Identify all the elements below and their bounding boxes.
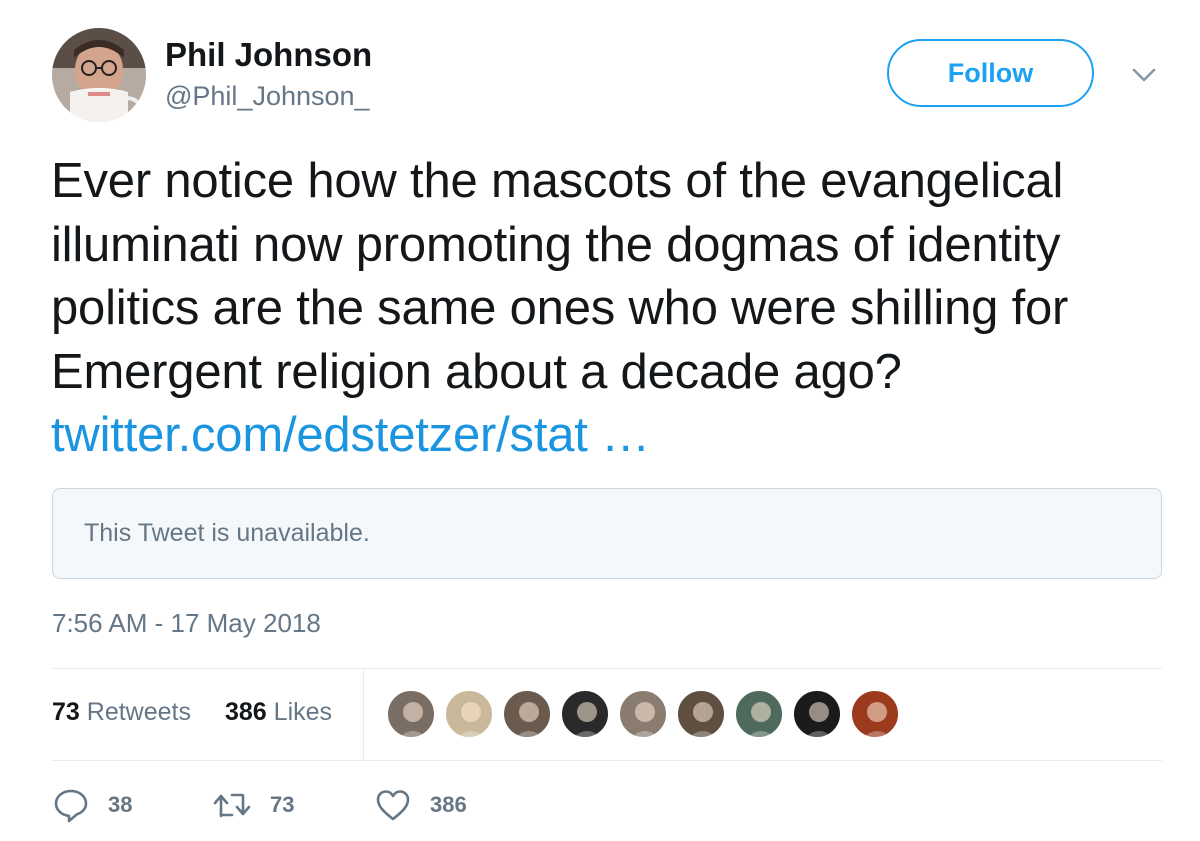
likes-count: 386 (225, 698, 267, 726)
liker-avatar-9[interactable] (850, 689, 900, 739)
reply-button[interactable]: 38 (52, 782, 132, 828)
liker-avatar-5[interactable] (618, 689, 668, 739)
user-handle[interactable]: @Phil_Johnson_ (165, 81, 370, 112)
like-button[interactable]: 386 (374, 782, 467, 828)
quoted-tweet-card[interactable]: This Tweet is unavailable. (52, 488, 1162, 579)
liker-avatar-6[interactable] (676, 689, 726, 739)
retweets-count: 73 (52, 698, 80, 726)
retweets-label: Retweets (86, 698, 191, 726)
retweet-button[interactable]: 73 (212, 782, 294, 828)
heart-icon (374, 786, 412, 824)
tweet-text: Ever notice how the mascots of the evang… (51, 150, 1176, 468)
follow-button[interactable]: Follow (887, 39, 1094, 107)
liker-avatar-4[interactable] (560, 689, 610, 739)
liker-avatar-7[interactable] (734, 689, 784, 739)
likes-label: Likes (273, 698, 333, 726)
liker-avatar-2[interactable] (444, 689, 494, 739)
retweet-count: 73 (270, 792, 295, 817)
tweet-actions: 38 73 386 (52, 782, 652, 832)
tweet-body: Ever notice how the mascots of the evang… (51, 154, 1069, 399)
reply-count: 38 (108, 792, 133, 817)
divider (52, 760, 1162, 761)
like-count: 386 (430, 792, 467, 817)
user-name[interactable]: Phil Johnson (165, 36, 372, 74)
tweet-link[interactable]: twitter.com/edstetzer/stat … (51, 408, 650, 462)
tweet-stats: 73 Retweets 386 Likes (52, 669, 1162, 760)
reply-icon (52, 786, 90, 824)
likes-stat[interactable]: 386 Likes (225, 698, 332, 727)
stats-divider (363, 669, 364, 760)
liker-avatar-8[interactable] (792, 689, 842, 739)
quoted-tweet-unavailable-text: This Tweet is unavailable. (84, 519, 370, 547)
retweet-icon (212, 786, 252, 824)
tweet-header: Phil Johnson @Phil_Johnson_ Follow (52, 28, 1162, 124)
liker-avatar-3[interactable] (502, 689, 552, 739)
chevron-down-icon[interactable] (1129, 60, 1159, 90)
tweet-timestamp[interactable]: 7:56 AM - 17 May 2018 (52, 608, 321, 639)
avatar[interactable] (52, 28, 146, 122)
liker-avatar-1[interactable] (386, 689, 436, 739)
retweets-stat[interactable]: 73 Retweets (52, 698, 191, 727)
